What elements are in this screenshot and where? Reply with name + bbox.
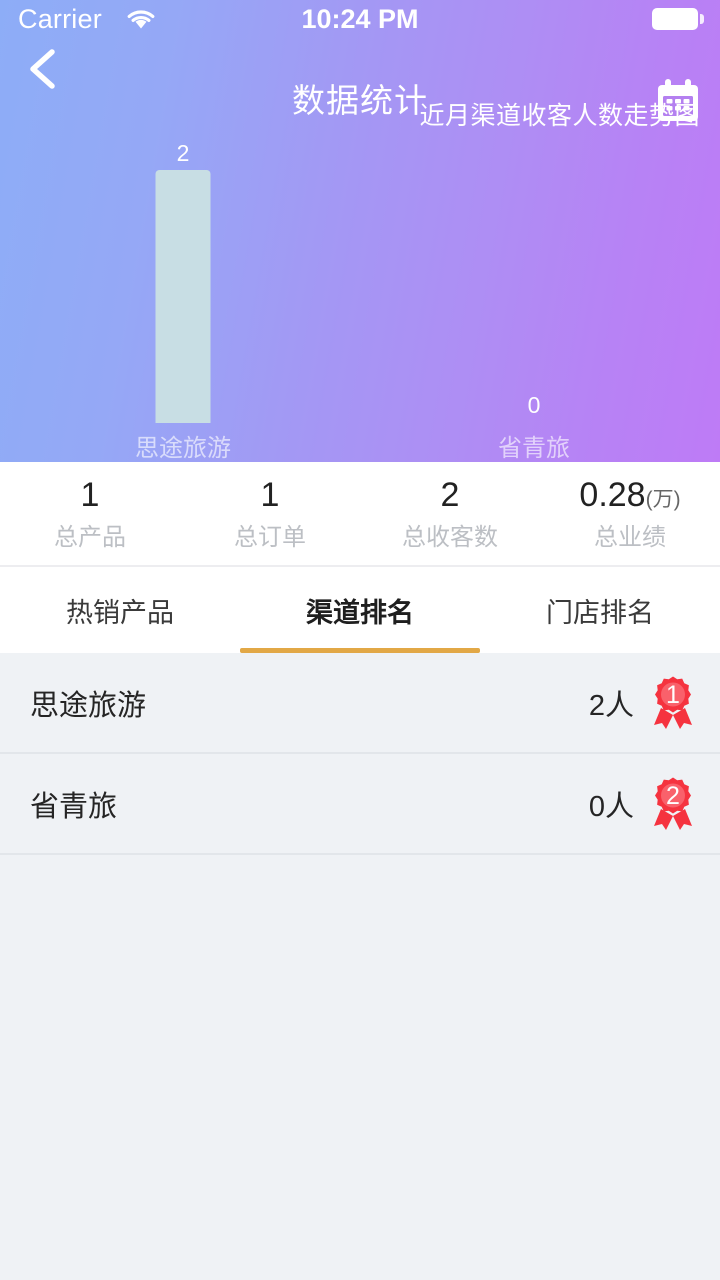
row-channel-name: 思途旅游 xyxy=(30,689,147,722)
tab-channel-ranking[interactable]: 渠道排名 xyxy=(240,567,480,653)
stat-item-total-products: 1 总产品 xyxy=(0,475,180,553)
status-bar: Carrier 10:24 PM xyxy=(0,0,720,37)
stat-label: 总收客数 xyxy=(402,523,498,551)
battery-cap-icon xyxy=(700,14,704,24)
stat-item-total-orders: 1 总订单 xyxy=(180,475,360,553)
battery-icon xyxy=(652,8,698,30)
stat-label: 总业绩 xyxy=(594,523,666,551)
header-chart-panel: Carrier 10:24 PM 数据统计 近月渠道收客人数走势图 2 思途旅游… xyxy=(0,0,720,462)
row-guest-count: 0人 xyxy=(588,790,634,823)
bar-chart: 2 思途旅游 0 省青旅 xyxy=(0,140,720,462)
table-row[interactable]: 省青旅 0人 2 xyxy=(0,754,720,855)
tab-label: 门店排名 xyxy=(546,597,654,628)
rank-number: 1 xyxy=(666,680,680,709)
rank-medal-badge: 2 xyxy=(648,776,698,832)
tab-store-ranking[interactable]: 门店排名 xyxy=(480,567,720,653)
chart-subtitle: 近月渠道收客人数走势图 xyxy=(419,102,700,130)
chart-column: 2 思途旅游 xyxy=(70,140,296,462)
rank-number: 2 xyxy=(666,781,680,810)
stat-number: 1 xyxy=(260,475,280,514)
ranking-list: 思途旅游 2人 1 省青旅 0人 2 xyxy=(0,653,720,855)
row-guest-count: 2人 xyxy=(588,689,634,722)
bar-category-label: 省青旅 xyxy=(498,435,570,462)
table-row[interactable]: 思途旅游 2人 1 xyxy=(0,653,720,754)
bar-value-label: 2 xyxy=(176,140,190,166)
rank-medal-badge: 1 xyxy=(648,675,698,731)
stat-item-total-guests: 2 总收客数 xyxy=(360,475,540,553)
stat-unit: (万) xyxy=(645,487,681,511)
tab-label: 热销产品 xyxy=(66,597,174,628)
tab-hot-products[interactable]: 热销产品 xyxy=(0,567,240,653)
row-channel-name: 省青旅 xyxy=(30,790,118,823)
bar-value-label: 0 xyxy=(527,392,541,418)
stat-label: 总产品 xyxy=(54,523,126,551)
stat-value: 1 xyxy=(180,475,360,520)
stat-value: 2 xyxy=(360,475,540,520)
stat-number: 1 xyxy=(80,475,100,514)
stat-number: 0.28 xyxy=(579,475,646,514)
stat-label: 总订单 xyxy=(234,523,306,551)
stat-value: 0.28(万) xyxy=(540,475,720,520)
chart-column: 0 省青旅 xyxy=(421,140,647,462)
stat-value: 1 xyxy=(0,475,180,520)
status-time: 10:24 PM xyxy=(301,4,419,34)
tab-label: 渠道排名 xyxy=(306,597,414,628)
bar-category-label: 思途旅游 xyxy=(135,435,231,462)
summary-stats: 1 总产品 1 总订单 2 总收客数 0.28(万) 总业绩 xyxy=(0,462,720,565)
bar-rect xyxy=(155,170,211,423)
nav-bar: 数据统计 xyxy=(0,37,720,121)
stat-item-total-revenue: 0.28(万) 总业绩 xyxy=(540,475,720,553)
stat-number: 2 xyxy=(440,475,460,514)
tab-bar: 热销产品 渠道排名 门店排名 xyxy=(0,567,720,653)
